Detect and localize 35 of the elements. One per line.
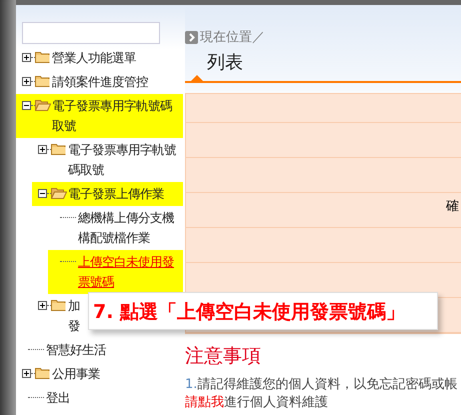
- tree-item[interactable]: 營業人功能選單: [52, 48, 136, 68]
- tree-item[interactable]: 電子發票專用字軌號碼取號: [52, 96, 183, 136]
- folder-icon: [35, 98, 51, 111]
- tree-item[interactable]: 發: [68, 316, 80, 336]
- chevron-icon: [185, 30, 198, 44]
- expand-icon[interactable]: [22, 369, 31, 378]
- folder-icon: [35, 366, 51, 379]
- page-title[interactable]: 列表: [207, 52, 243, 73]
- tree-item[interactable]: 加: [68, 296, 80, 316]
- tree-item[interactable]: 公用事業: [52, 364, 100, 384]
- folder-icon: [51, 142, 67, 155]
- tree-item[interactable]: 請領案件進度管控: [52, 72, 148, 92]
- search-field[interactable]: [22, 22, 160, 44]
- tree-item[interactable]: 電子發票專用字軌號碼取號: [68, 140, 183, 180]
- notes-heading: 注意事項: [185, 344, 262, 368]
- folder-icon: [35, 50, 51, 63]
- table-cell-text: 確: [446, 198, 459, 215]
- collapse-icon[interactable]: [38, 189, 47, 198]
- folder-icon: [51, 298, 67, 311]
- folder-icon: [35, 74, 51, 87]
- note-text: 1.請記得維護您的個人資料，以免忘記密碼或帳 請點我進行個人資料維護: [185, 376, 458, 412]
- expand-icon[interactable]: [38, 145, 47, 154]
- collapse-icon[interactable]: [22, 101, 31, 110]
- expand-icon[interactable]: [22, 77, 31, 86]
- tree-item[interactable]: 電子發票上傳作業: [68, 184, 164, 204]
- profile-link[interactable]: 請點我: [185, 395, 224, 410]
- tree-link[interactable]: 上傳空白未使用發票號碼: [78, 252, 183, 292]
- tree-item[interactable]: 登出: [46, 388, 70, 408]
- tree-item[interactable]: 智慧好生活: [46, 340, 106, 360]
- folder-icon: [51, 186, 67, 199]
- breadcrumb: 現在位置／: [200, 29, 265, 46]
- callout-tooltip: 7. 點選「上傳空白未使用發票號碼」: [88, 292, 438, 330]
- tree-item[interactable]: 總機構上傳分支機構配號檔作業: [78, 208, 183, 248]
- expand-icon[interactable]: [38, 301, 47, 310]
- expand-icon[interactable]: [22, 53, 31, 62]
